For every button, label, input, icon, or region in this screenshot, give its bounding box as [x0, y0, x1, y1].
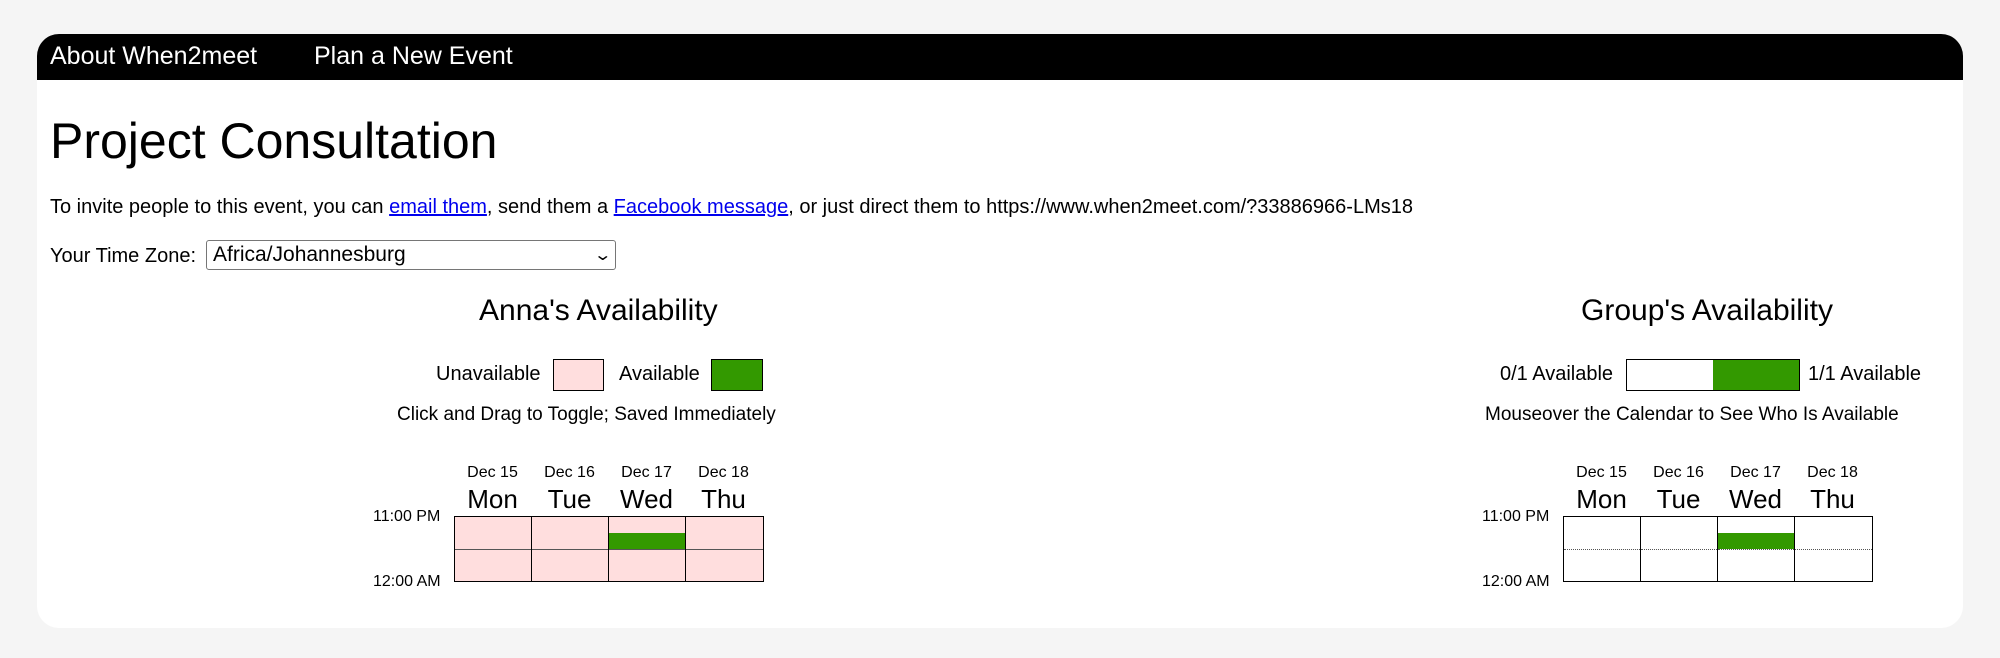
group-min-legend-label: 0/1 Available — [1500, 363, 1614, 385]
group-time-slot[interactable] — [1564, 549, 1640, 565]
group-hour-divider — [1641, 549, 1717, 550]
group-legend-none — [1627, 360, 1713, 390]
group-time-grid — [1563, 516, 1873, 582]
personal-time-start: 11:00 PM — [373, 508, 440, 526]
personal-day-date: Dec 15 — [467, 464, 518, 481]
personal-availability-title: Anna's Availability — [479, 294, 718, 327]
timezone-selected-value: Africa/Johannesburg — [213, 243, 406, 266]
group-day-column — [1718, 517, 1795, 581]
personal-day-column — [532, 517, 609, 581]
group-day-name: Thu — [1810, 484, 1855, 514]
group-hour-divider — [1564, 549, 1640, 550]
group-time-slot[interactable] — [1795, 533, 1872, 549]
personal-time-slot[interactable] — [686, 565, 763, 581]
personal-instructions: Click and Drag to Toggle; Saved Immediat… — [397, 404, 776, 425]
personal-day-column — [609, 517, 686, 581]
personal-time-slot[interactable] — [532, 517, 608, 533]
personal-day-date: Dec 16 — [544, 464, 595, 481]
personal-time-slot[interactable] — [609, 533, 685, 549]
personal-day-date: Dec 17 — [621, 464, 672, 481]
personal-time-slot[interactable] — [686, 517, 763, 533]
timezone-select[interactable]: Africa/Johannesburg ⌄ — [206, 240, 616, 270]
invite-middle: , send them a — [486, 196, 614, 218]
group-time-slot[interactable] — [1795, 517, 1872, 533]
chevron-down-icon: ⌄ — [592, 247, 612, 264]
personal-time-slot[interactable] — [532, 565, 608, 581]
personal-day-name: Tue — [547, 484, 592, 514]
group-legend-gradient — [1626, 359, 1800, 391]
group-time-end: 12:00 AM — [1482, 573, 1550, 590]
group-day-column — [1564, 517, 1641, 581]
page-title: Project Consultation — [50, 113, 498, 169]
personal-time-slot[interactable] — [609, 565, 685, 581]
personal-time-slot[interactable] — [455, 565, 531, 581]
personal-time-slot[interactable] — [455, 549, 531, 565]
facebook-message-link[interactable]: Facebook message — [614, 196, 789, 218]
personal-time-slot[interactable] — [455, 533, 531, 549]
personal-day-name: Wed — [620, 484, 673, 514]
personal-time-slot[interactable] — [686, 549, 763, 565]
group-time-slot[interactable] — [1564, 533, 1640, 549]
group-day-name: Wed — [1729, 484, 1782, 514]
group-max-legend-label: 1/1 Available — [1808, 363, 1922, 385]
group-time-slot[interactable] — [1564, 517, 1640, 533]
personal-time-slot[interactable] — [609, 549, 685, 565]
personal-hour-divider — [532, 549, 608, 550]
nav-about-link[interactable]: About When2meet — [50, 42, 257, 71]
timezone-label: Your Time Zone: — [50, 245, 197, 267]
personal-time-end: 12:00 AM — [373, 573, 441, 590]
group-day-column — [1641, 517, 1718, 581]
personal-time-grid — [454, 516, 764, 582]
available-swatch — [711, 359, 763, 391]
invite-prefix: To invite people to this event, you can — [50, 196, 390, 218]
personal-day-date: Dec 18 — [698, 464, 749, 481]
group-instructions: Mouseover the Calendar to See Who Is Ava… — [1485, 404, 1899, 425]
nav-plan-event-link[interactable]: Plan a New Event — [314, 42, 513, 71]
group-day-date: Dec 18 — [1807, 464, 1858, 481]
personal-time-slot[interactable] — [609, 517, 685, 533]
group-hour-divider — [1718, 549, 1794, 550]
personal-hour-divider — [609, 549, 685, 550]
group-day-name: Mon — [1576, 484, 1627, 514]
group-time-slot[interactable] — [1641, 565, 1717, 581]
group-time-start: 11:00 PM — [1482, 508, 1549, 526]
group-day-date: Dec 17 — [1730, 464, 1781, 481]
group-time-slot[interactable] — [1718, 565, 1794, 581]
personal-time-slot[interactable] — [532, 533, 608, 549]
invite-suffix: , or just direct them to https://www.whe… — [788, 196, 1413, 218]
group-day-date: Dec 15 — [1576, 464, 1627, 481]
personal-hour-divider — [686, 549, 763, 550]
group-day-name: Tue — [1656, 484, 1701, 514]
personal-hour-divider — [455, 549, 531, 550]
invite-text: To invite people to this event, you can … — [50, 196, 1413, 219]
personal-time-slot[interactable] — [686, 533, 763, 549]
group-day-column — [1795, 517, 1872, 581]
group-time-slot[interactable] — [1718, 517, 1794, 533]
group-time-slot[interactable] — [1795, 565, 1872, 581]
group-legend-full — [1713, 360, 1799, 390]
email-them-link[interactable]: email them — [389, 196, 487, 218]
group-time-slot[interactable] — [1641, 517, 1717, 533]
personal-time-slot[interactable] — [532, 549, 608, 565]
group-availability-title: Group's Availability — [1581, 294, 1833, 327]
group-day-date: Dec 16 — [1653, 464, 1704, 481]
unavailable-legend-label: Unavailable — [436, 363, 541, 385]
personal-day-name: Mon — [467, 484, 518, 514]
group-hour-divider — [1795, 549, 1872, 550]
group-time-slot[interactable] — [1564, 565, 1640, 581]
top-navbar: About When2meet Plan a New Event — [37, 34, 1963, 80]
personal-time-slot[interactable] — [455, 517, 531, 533]
group-time-slot[interactable] — [1641, 549, 1717, 565]
group-time-slot[interactable] — [1718, 533, 1794, 549]
personal-day-column — [686, 517, 763, 581]
group-time-slot[interactable] — [1718, 549, 1794, 565]
personal-day-name: Thu — [701, 484, 746, 514]
unavailable-swatch — [553, 359, 604, 391]
personal-day-column — [455, 517, 532, 581]
group-time-slot[interactable] — [1641, 533, 1717, 549]
available-legend-label: Available — [619, 363, 700, 385]
group-time-slot[interactable] — [1795, 549, 1872, 565]
